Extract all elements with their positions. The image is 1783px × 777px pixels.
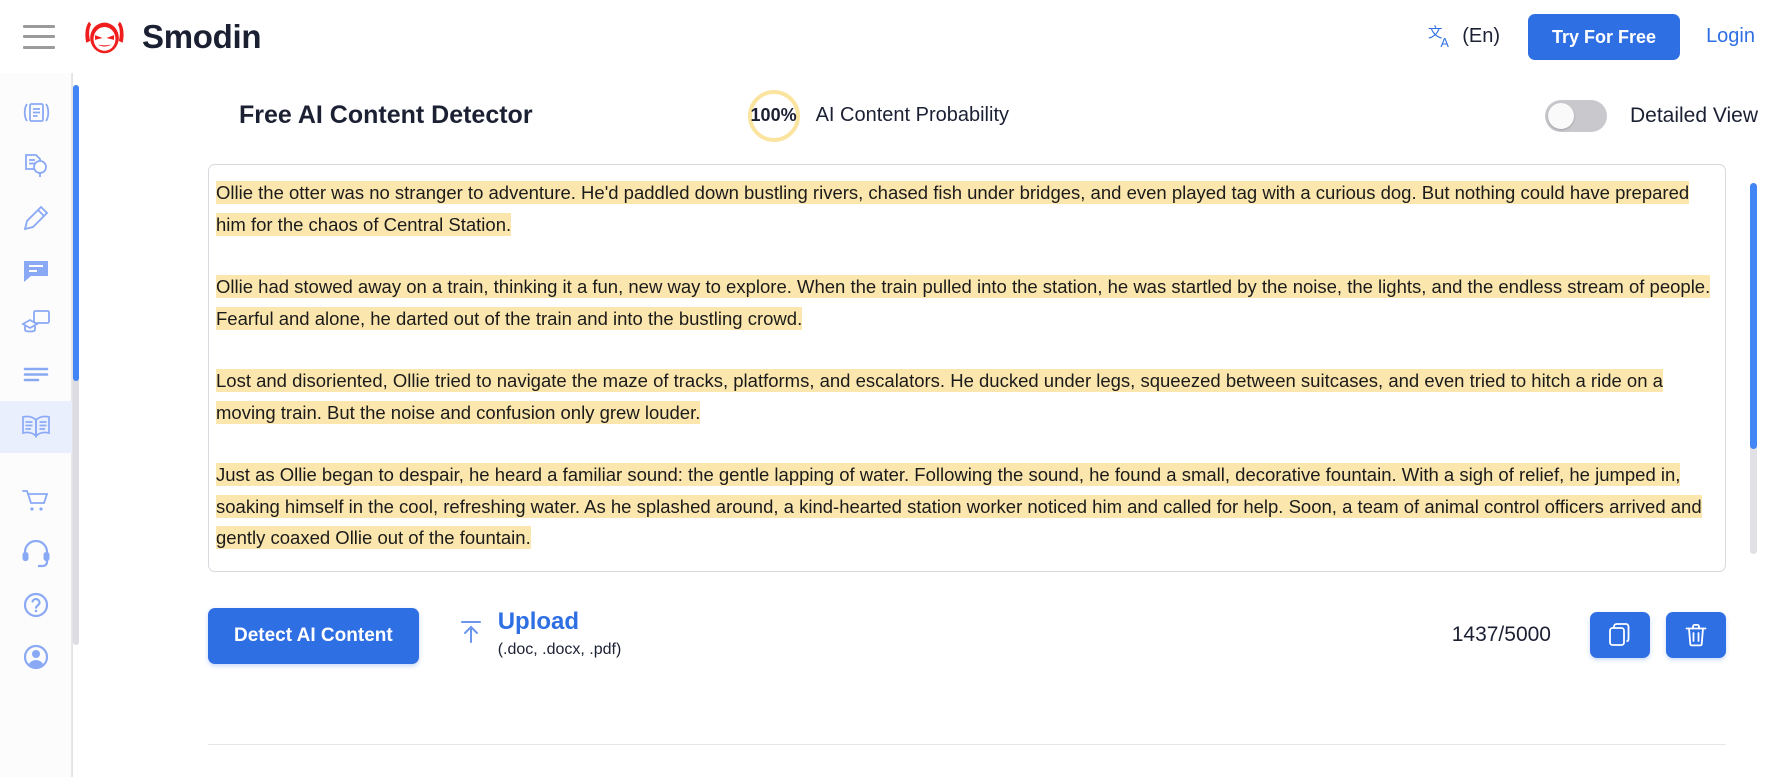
upload-control[interactable]: Upload (.doc, .docx, .pdf)	[456, 607, 622, 659]
hamburger-bar	[23, 24, 55, 28]
plagiarism-search-icon	[24, 154, 47, 177]
shopping-cart-icon	[21, 490, 48, 511]
panel-header: Free AI Content Detector 100% AI Content…	[73, 73, 1783, 158]
probability-value: 100%	[750, 105, 797, 125]
svg-text:A: A	[1441, 36, 1450, 50]
highlighted-text: Lost and disoriented, Ollie tried to nav…	[216, 369, 1663, 424]
toggle-knob	[1547, 102, 1574, 129]
editor-tools: 1437/5000	[1452, 612, 1726, 658]
sidebar-item-ai-detector[interactable]	[0, 401, 72, 453]
sidebar-item-help[interactable]	[0, 579, 72, 631]
editor-scrollbar-thumb[interactable]	[1750, 183, 1757, 449]
language-selector[interactable]: 文 A (En)	[1428, 23, 1500, 50]
brand-name: Smodin	[142, 17, 262, 55]
delete-button[interactable]	[1666, 612, 1726, 658]
paragraph: Ollie had stowed away on a train, thinki…	[216, 271, 1715, 334]
paragraph: Ollie the otter was no stranger to adven…	[216, 177, 1715, 240]
question-mark-icon	[23, 592, 48, 618]
left-sidebar	[0, 73, 72, 777]
sidebar-item-rewriter[interactable]	[0, 89, 72, 141]
sidebar-scrollbar-thumb[interactable]	[73, 85, 79, 381]
text-editor-area[interactable]: Ollie the otter was no stranger to adven…	[208, 164, 1726, 572]
action-bar: Detect AI Content Upload (.doc, .docx, .…	[208, 600, 1726, 710]
rewriter-document-icon	[23, 103, 49, 122]
text-editor-content[interactable]: Ollie the otter was no stranger to adven…	[209, 165, 1725, 564]
ai-probability-indicator: 100% AI Content Probability	[747, 89, 1009, 142]
sidebar-item-pricing[interactable]	[0, 475, 72, 527]
copy-button[interactable]	[1590, 612, 1650, 658]
smodin-mask-logo-icon	[85, 21, 124, 53]
translate-icon: 文 A	[1428, 24, 1450, 50]
paragraph: Lost and disoriented, Ollie tried to nav…	[216, 365, 1715, 428]
hamburger-icon[interactable]	[23, 24, 55, 49]
brand-logo-link[interactable]: Smodin	[81, 16, 262, 58]
highlighted-text: Ollie had stowed away on a train, thinki…	[216, 275, 1711, 330]
hamburger-bar	[23, 35, 55, 38]
copy-icon	[1609, 623, 1630, 646]
detailed-view-control: Detailed View	[1544, 99, 1758, 132]
page-title: Free AI Content Detector	[239, 101, 533, 129]
smodin-ai-detector-page: Smodin 文 A (En) Try For Free Login Free …	[0, 0, 1783, 777]
highlighted-text: Ollie the otter was no stranger to adven…	[216, 181, 1690, 236]
try-for-free-button[interactable]: Try For Free	[1528, 13, 1681, 60]
bottom-divider	[208, 744, 1726, 745]
paragraph: Just as Ollie began to despair, he heard…	[216, 459, 1715, 554]
sidebar-item-writer[interactable]	[0, 193, 72, 245]
account-avatar-icon	[23, 644, 48, 670]
sidebar-item-support[interactable]	[0, 527, 72, 579]
hamburger-bar	[23, 45, 55, 49]
login-link[interactable]: Login	[1706, 25, 1755, 48]
headset-support-icon	[22, 539, 49, 568]
pencil-writer-icon	[23, 205, 48, 231]
chat-bubble-icon	[23, 261, 48, 282]
sidebar-item-chat[interactable]	[0, 245, 72, 297]
probability-ring: 100%	[747, 89, 800, 142]
upload-formats: (.doc, .docx, .pdf)	[497, 641, 622, 658]
header-actions: 文 A (En) Try For Free Login	[1428, 13, 1783, 60]
upload-arrow-icon	[460, 621, 481, 643]
sidebar-item-summarizer[interactable]	[0, 349, 72, 401]
sidebar-item-homework[interactable]	[0, 297, 72, 349]
sidebar-item-account[interactable]	[0, 631, 72, 683]
main-panel: Free AI Content Detector 100% AI Content…	[72, 73, 1783, 777]
character-counter: 1437/5000	[1451, 623, 1551, 646]
summarizer-lines-icon	[23, 367, 48, 382]
upload-label: Upload	[497, 608, 580, 635]
open-book-icon	[21, 415, 50, 439]
detect-ai-content-button[interactable]: Detect AI Content	[208, 608, 419, 664]
top-header: Smodin 文 A (En) Try For Free Login	[0, 0, 1783, 73]
homework-graduation-icon	[20, 310, 50, 333]
upload-text-block: Upload (.doc, .docx, .pdf)	[498, 607, 622, 659]
detailed-view-label: Detailed View	[1629, 103, 1758, 127]
probability-label: AI Content Probability	[815, 104, 1009, 126]
trash-icon	[1685, 624, 1707, 647]
highlighted-text: Just as Ollie began to despair, he heard…	[216, 463, 1702, 549]
sidebar-item-plagiarism-checker[interactable]	[0, 141, 72, 193]
detailed-view-toggle[interactable]	[1544, 99, 1607, 132]
language-label: (En)	[1462, 25, 1501, 47]
